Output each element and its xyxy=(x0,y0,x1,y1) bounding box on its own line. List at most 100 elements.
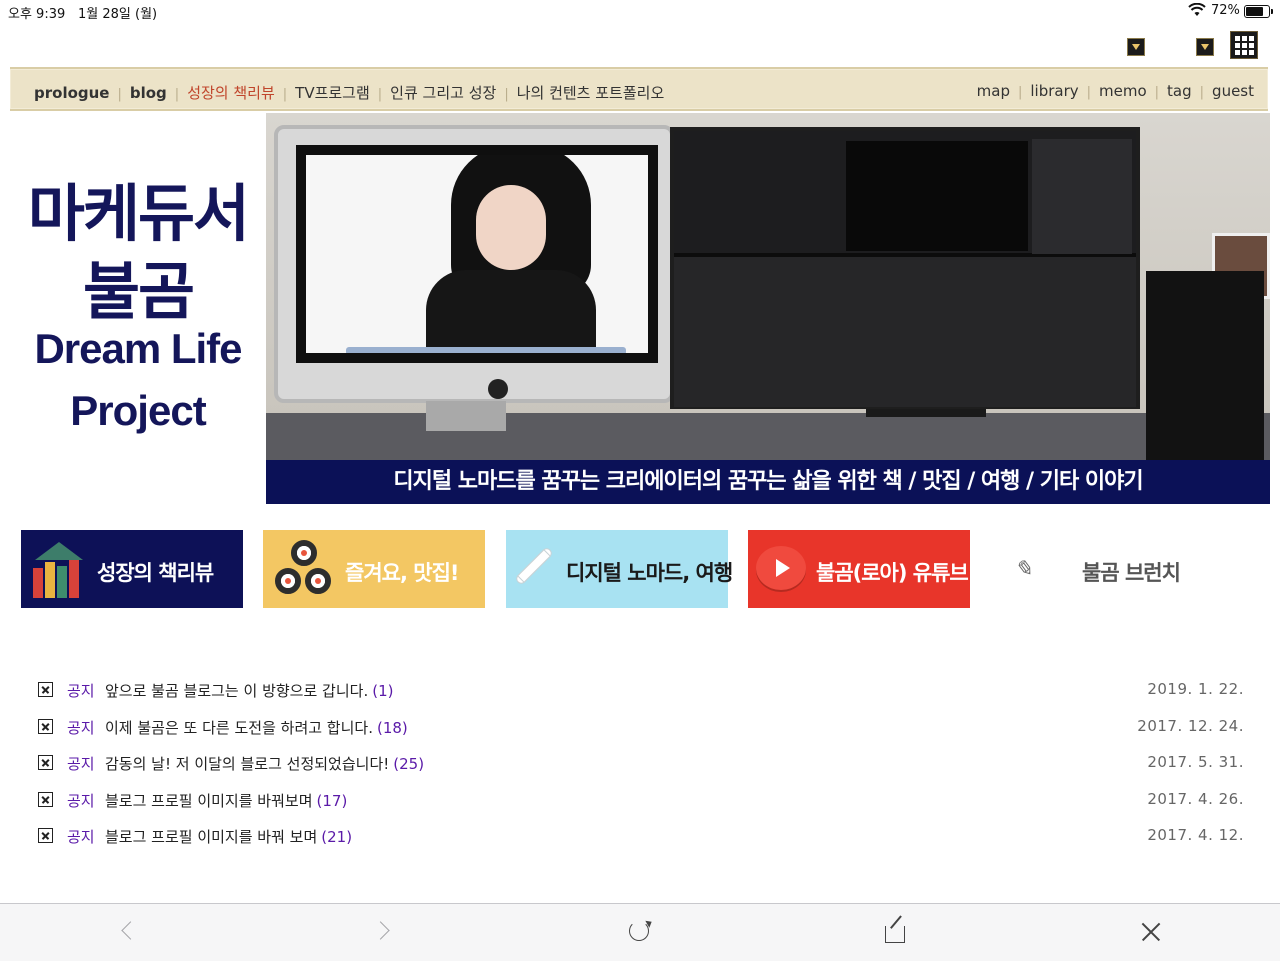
notice-date: 2017. 12. 24. xyxy=(1137,716,1244,735)
imac-computer xyxy=(274,125,674,403)
nav-left-item-5[interactable]: 나의 컨텐츠 포트폴리오 xyxy=(517,84,665,102)
notice-comment-count[interactable]: (25) xyxy=(393,755,424,773)
notice-title-link[interactable]: 블로그 프로필 이미지를 바꿔보며 (17) xyxy=(105,790,347,811)
notice-title[interactable]: 블로그 프로필 이미지를 바꿔보며 xyxy=(105,792,313,810)
reload-icon[interactable] xyxy=(628,920,652,944)
category-restaurants[interactable]: 즐겨요, 맛집! xyxy=(263,530,485,608)
category-label: 성장의 책리뷰 xyxy=(97,561,214,585)
notice-title-link[interactable]: 이제 불곰은 또 다른 도전을 하려고 합니다. (18) xyxy=(105,717,408,738)
nav-right-item-1[interactable]: library xyxy=(1030,82,1078,100)
airplane-icon xyxy=(512,544,556,588)
nav-left-item-0[interactable]: prologue xyxy=(34,84,109,102)
notice-title-link[interactable]: 블로그 프로필 이미지를 바꿔 보며 (21) xyxy=(105,826,352,847)
notice-image-placeholder-icon xyxy=(38,791,53,807)
notice-row[interactable]: 공지 감동의 날! 저 이달의 블로그 선정되었습니다! (25) 2017. 5. … xyxy=(38,751,1244,788)
nav-right-item-3[interactable]: tag xyxy=(1167,82,1192,100)
sushi-icon xyxy=(275,540,333,598)
wifi-icon xyxy=(1188,2,1206,21)
nav-right-menu: map | library | memo | tag | guest xyxy=(977,82,1254,100)
notice-image-placeholder-icon xyxy=(38,828,53,843)
speaker-tower xyxy=(1146,271,1264,461)
nav-left-item-4[interactable]: 인큐 그리고 성장 xyxy=(390,84,496,102)
nav-left-item-3[interactable]: TV프로그램 xyxy=(295,84,370,102)
youtube-play-icon xyxy=(756,546,806,590)
nav-left-item-2[interactable]: 성장의 책리뷰 xyxy=(187,84,275,102)
logo-line-2: 불곰 xyxy=(82,258,195,327)
nav-separator: | xyxy=(174,87,180,102)
notice-tag[interactable]: 공지 xyxy=(67,753,95,774)
notice-date: 2017. 4. 26. xyxy=(1147,789,1244,808)
nav-left-menu: prologue | blog | 성장의 책리뷰 | TV프로그램 | 인큐 그리고 성장 | 나… xyxy=(34,82,664,103)
nav-right-item-4[interactable]: guest xyxy=(1212,82,1254,100)
notice-title[interactable]: 블로그 프로필 이미지를 바꿔 보며 xyxy=(105,828,317,846)
notice-comment-count[interactable]: (1) xyxy=(372,682,393,700)
category-youtube[interactable]: 불곰(로아) 유튜브 xyxy=(748,530,970,608)
notice-title-link[interactable]: 감동의 날! 저 이달의 블로그 선정되었습니다! (25) xyxy=(105,753,424,774)
forward-icon[interactable] xyxy=(371,920,396,944)
dropdown-toggle-1[interactable] xyxy=(1127,38,1145,56)
notice-comment-count[interactable]: (21) xyxy=(321,828,352,846)
notice-title[interactable]: 이제 불곰은 또 다른 도전을 하려고 합니다. xyxy=(105,719,373,737)
apple-logo-icon xyxy=(488,379,508,399)
battery-percent: 72% xyxy=(1211,3,1240,18)
share-icon[interactable] xyxy=(884,920,908,944)
browser-toolbar xyxy=(0,903,1280,961)
bookshelf-icon xyxy=(29,542,89,598)
external-monitor xyxy=(670,127,1140,409)
notice-list: 공지 앞으로 불곰 블로그는 이 방향으로 갑니다. (1) 2019. 1. 22.… xyxy=(38,678,1244,861)
brunch-pen-icon: ✎ xyxy=(1014,557,1033,582)
nav-separator: | xyxy=(504,87,509,102)
status-bar: 오후 9:39 1월 28일 (월) 72% xyxy=(0,0,1280,22)
nav-right-item-2[interactable]: memo xyxy=(1099,82,1147,100)
notice-title[interactable]: 앞으로 불곰 블로그는 이 방향으로 갑니다. xyxy=(105,682,368,700)
notice-row[interactable]: 공지 블로그 프로필 이미지를 바꿔보며 (17) 2017. 4. 26. xyxy=(38,788,1244,825)
notice-comment-count[interactable]: (17) xyxy=(317,792,348,810)
notice-row[interactable]: 공지 앞으로 불곰 블로그는 이 방향으로 갑니다. (1) 2019. 1. 22. xyxy=(38,678,1244,715)
notice-title-link[interactable]: 앞으로 불곰 블로그는 이 방향으로 갑니다. (1) xyxy=(105,680,393,701)
category-brunch[interactable]: ✎ 불곰 브런치 xyxy=(990,530,1212,608)
notice-image-placeholder-icon xyxy=(38,682,53,697)
main-nav: prologue | blog | 성장의 책리뷰 | TV프로그램 | 인큐 그리고 성장 | 나… xyxy=(10,67,1268,111)
nav-separator: | xyxy=(117,87,122,102)
hero-photo: 디지털 노마드를 꿈꾸는 크리에이터의 꿈꾸는 삶을 위한 책 / 맛집 / 여… xyxy=(266,113,1270,504)
notice-title[interactable]: 감동의 날! 저 이달의 블로그 선정되었습니다! xyxy=(105,755,389,773)
notice-image-placeholder-icon xyxy=(38,755,53,770)
nav-separator: | xyxy=(377,87,383,102)
battery-icon xyxy=(1244,5,1273,18)
notice-tag[interactable]: 공지 xyxy=(67,680,95,701)
grid-menu-icon[interactable] xyxy=(1230,31,1258,59)
logo-line-3: Dream Life xyxy=(34,325,242,372)
logo-line-1: 마케듀서 xyxy=(27,180,250,249)
status-date: 1월 28일 (월) xyxy=(78,7,158,22)
hero-section: 마케듀서 불곰 Dream Life Project 디지털 노마드를 꿈꾸는 … xyxy=(10,113,1270,504)
notice-row[interactable]: 공지 이제 불곰은 또 다른 도전을 하려고 합니다. (18) 2017. 12. … xyxy=(38,715,1244,752)
notice-date: 2017. 4. 12. xyxy=(1147,826,1244,844)
hero-banner-text: 디지털 노마드를 꿈꾸는 크리에이터의 꿈꾸는 삶을 위한 책 / 맛집 / 여… xyxy=(266,460,1270,504)
notice-row[interactable]: 공지 블로그 프로필 이미지를 바꿔 보며 (21) 2017. 4. 12. xyxy=(38,824,1244,861)
category-digital-nomad-travel[interactable]: 디지털 노마드, 여행 xyxy=(506,530,733,608)
nav-separator: | xyxy=(282,87,288,102)
nav-separator: | xyxy=(1154,85,1160,100)
blog-logo[interactable]: 마케듀서 불곰 Dream Life Project xyxy=(10,113,266,504)
notice-date: 2019. 1. 22. xyxy=(1147,680,1244,698)
category-label: 불곰 브런치 xyxy=(1082,561,1181,585)
close-icon[interactable] xyxy=(1139,920,1163,944)
notice-image-placeholder-icon xyxy=(38,718,53,734)
nav-left-item-1[interactable]: blog xyxy=(130,84,167,102)
nav-right-item-0[interactable]: map xyxy=(977,82,1010,100)
back-icon[interactable] xyxy=(116,920,140,944)
notice-tag[interactable]: 공지 xyxy=(67,790,95,811)
notice-date: 2017. 5. 31. xyxy=(1147,753,1244,771)
nav-separator: | xyxy=(1017,85,1023,100)
notice-tag[interactable]: 공지 xyxy=(67,826,95,847)
nav-separator: | xyxy=(1199,85,1205,100)
logo-line-4: Project xyxy=(70,387,206,434)
category-book-review[interactable]: 성장의 책리뷰 xyxy=(21,530,243,608)
category-label: 디지털 노마드, 여행 xyxy=(566,561,733,585)
category-label: 즐겨요, 맛집! xyxy=(345,561,459,585)
nav-separator: | xyxy=(1086,85,1092,100)
notice-comment-count[interactable]: (18) xyxy=(377,719,408,737)
status-time: 오후 9:39 xyxy=(8,7,66,22)
notice-tag[interactable]: 공지 xyxy=(67,717,95,738)
dropdown-toggle-2[interactable] xyxy=(1196,38,1214,56)
